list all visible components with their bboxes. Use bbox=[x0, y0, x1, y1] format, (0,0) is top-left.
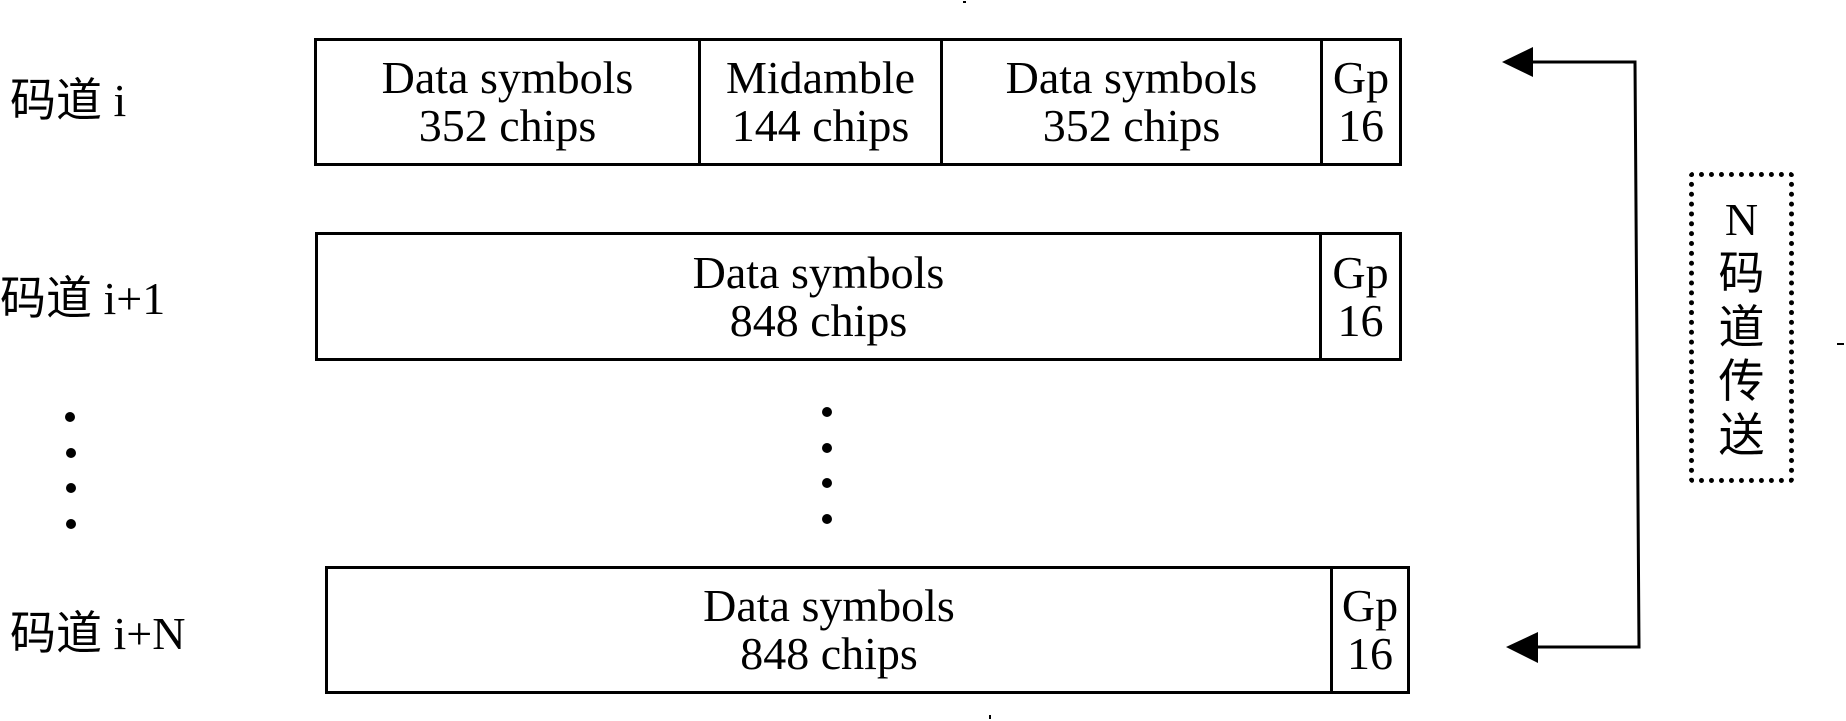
scan-artifact bbox=[963, 1, 966, 3]
scan-artifact bbox=[989, 715, 991, 719]
arrow-head-top-icon bbox=[1502, 47, 1533, 77]
scan-artifact bbox=[1837, 343, 1844, 345]
annotation-char: 码 bbox=[1718, 247, 1765, 299]
n-channel-transmit-annotation: N 码 道 传 送 bbox=[1689, 172, 1794, 483]
bracket-line bbox=[1530, 60, 1641, 649]
annotation-char: 传 bbox=[1718, 355, 1765, 407]
annotation-char: 送 bbox=[1718, 409, 1765, 461]
annotation-char: 道 bbox=[1718, 301, 1765, 353]
bracket-connector bbox=[1502, 47, 1641, 663]
annotation-char: N bbox=[1724, 193, 1759, 245]
arrow-head-bottom-icon bbox=[1506, 632, 1538, 663]
